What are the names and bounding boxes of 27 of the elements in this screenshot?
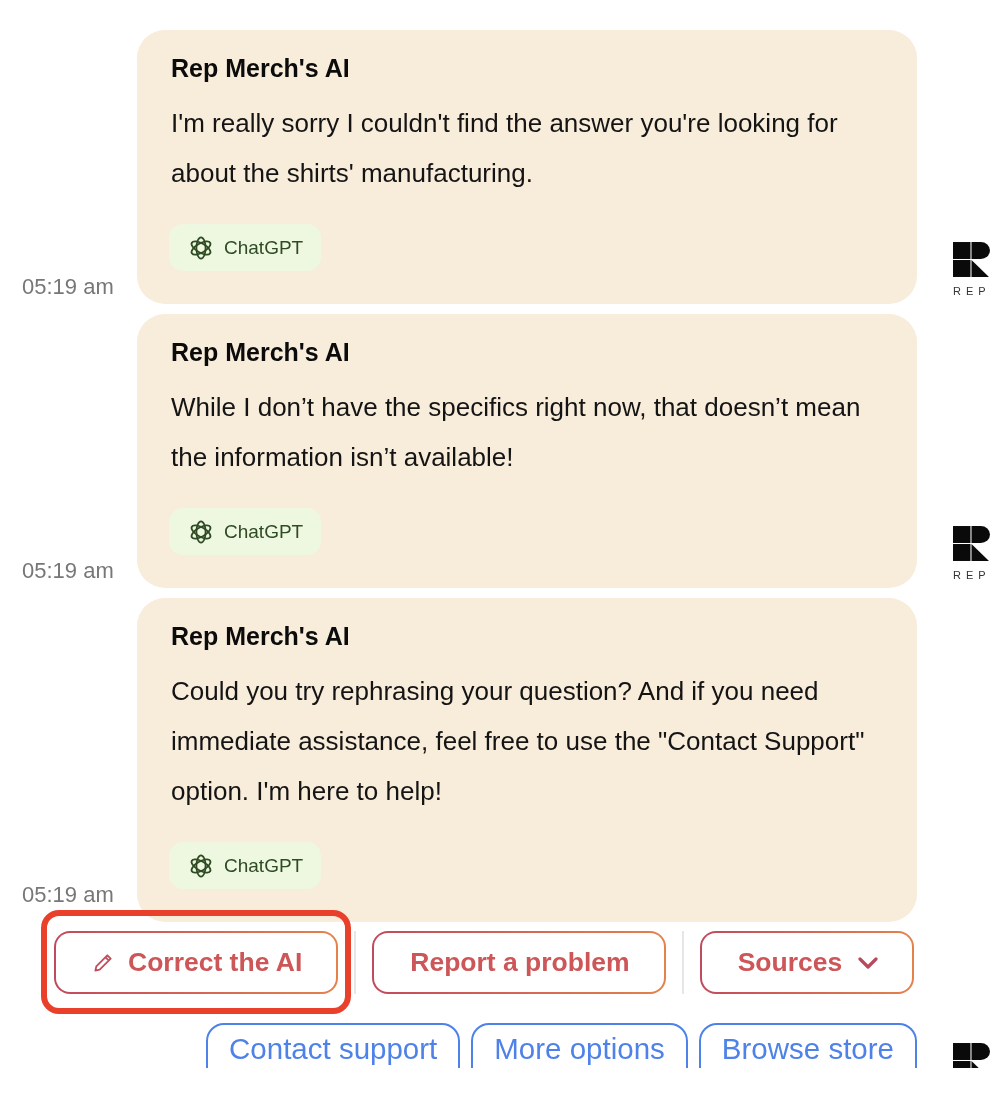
logo-icon (953, 242, 990, 277)
message-time: 05:19 am (21, 882, 114, 908)
logo-text: REP (953, 285, 991, 297)
source-label: ChatGPT (224, 854, 304, 877)
logo-text: REP (953, 569, 991, 581)
quick-reply-button[interactable]: Browse store (698, 1023, 917, 1068)
sender-name: Rep Merch's AI (171, 53, 350, 83)
message-text: I'm really sorry I couldn't find the answer you're looking for about the shirts' manufacturing. (171, 107, 839, 190)
message-text: Could you try rephrasing your question? And if you need immediate assistance, feel free to use the "Contact Support" option. I'm here to help! (171, 675, 866, 808)
atom-icon (189, 853, 213, 878)
atom-icon (189, 519, 213, 544)
source-label: ChatGPT (224, 520, 304, 543)
sender-name: Rep Merch's AI (171, 337, 350, 367)
chevron-down-icon (858, 956, 879, 969)
atom-icon (189, 235, 213, 260)
quick-reply-button[interactable]: Contact support (206, 1023, 461, 1068)
correct-button[interactable]: Correct the AI (54, 931, 339, 994)
source-label: ChatGPT (224, 236, 304, 259)
message-time: 05:19 am (21, 274, 114, 300)
sender-name: Rep Merch's AI (171, 621, 350, 651)
report-button[interactable]: Report a problem (372, 931, 666, 994)
message-text: While I don’t have the specifics right now, that doesn’t mean the information isn’t available! (171, 391, 862, 474)
logo-icon (953, 526, 990, 561)
pencil-icon (92, 951, 115, 974)
quick-reply-button[interactable]: More options (471, 1023, 688, 1068)
sources-dropdown[interactable]: Sources (699, 931, 915, 994)
message-time: 05:19 am (21, 558, 114, 584)
